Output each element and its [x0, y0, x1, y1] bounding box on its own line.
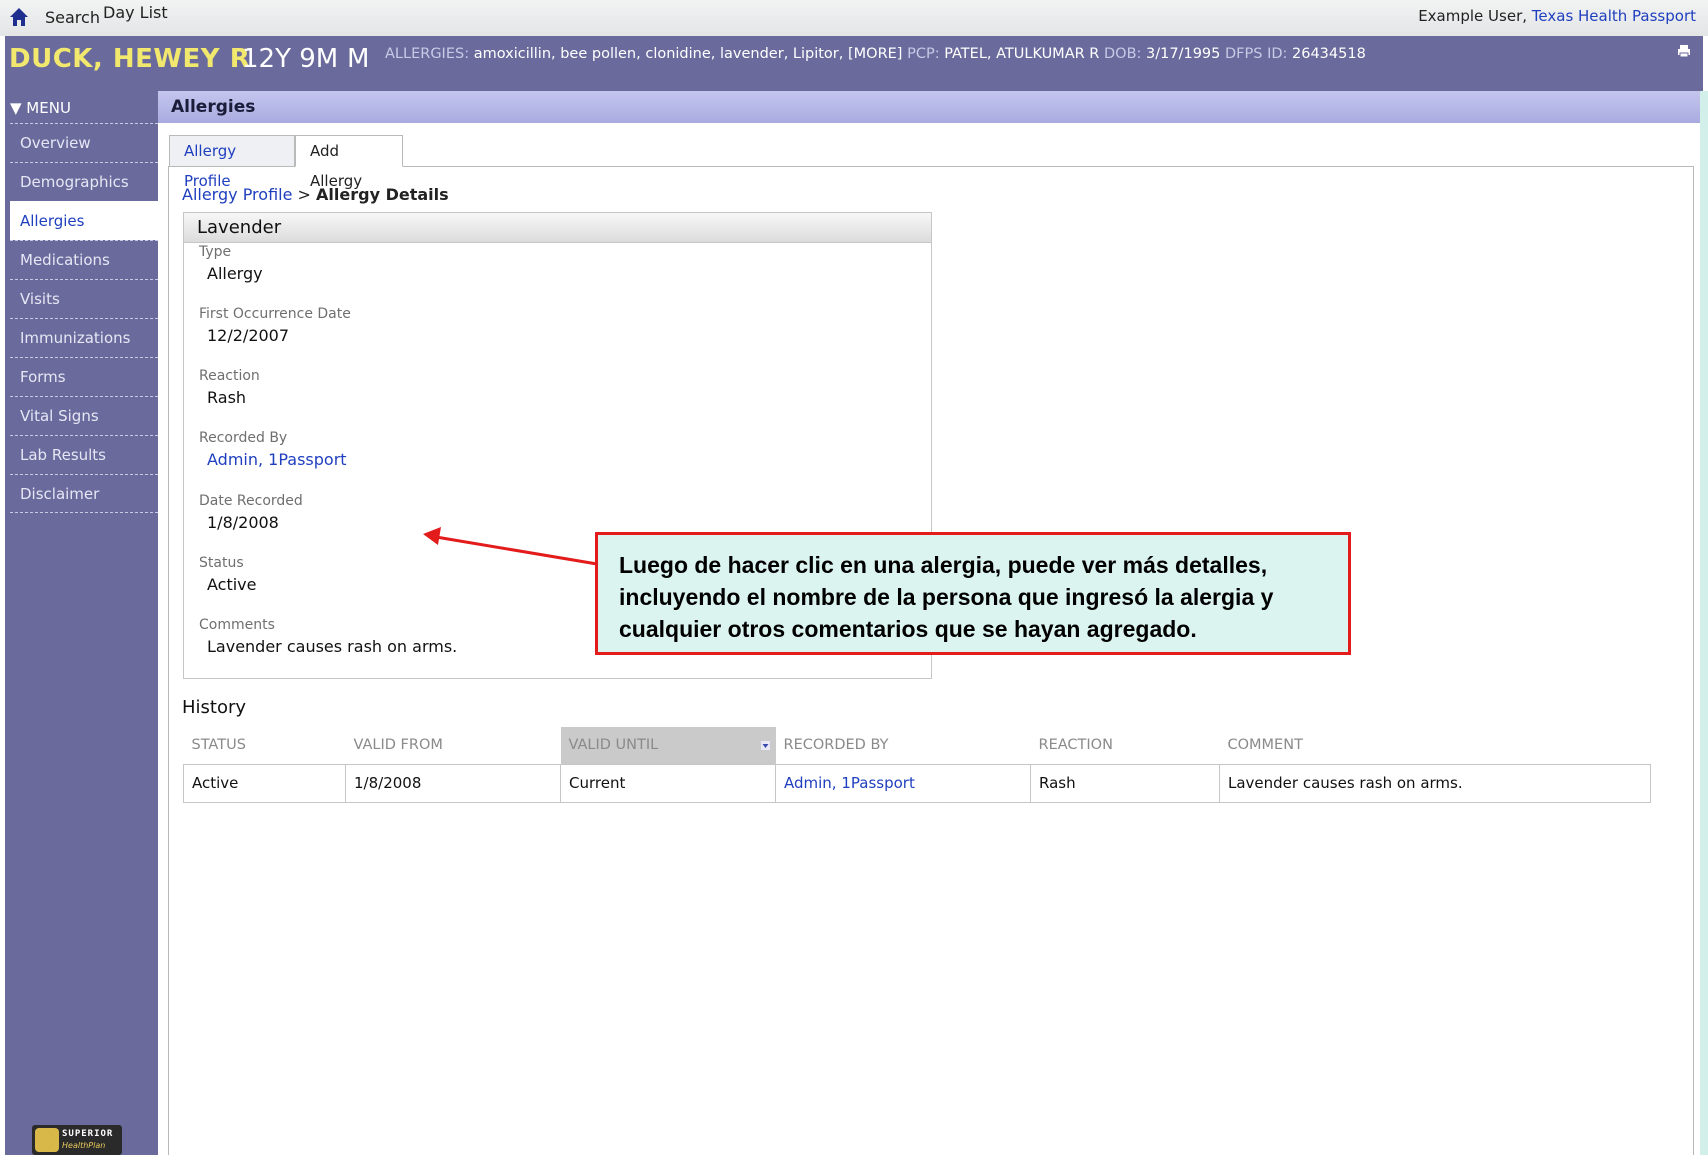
tab-add-allergy[interactable]: Add Allergy: [295, 135, 403, 190]
section-header: Allergies: [158, 91, 1700, 123]
allergies-value[interactable]: amoxicillin, bee pollen, clonidine, lave…: [474, 46, 903, 62]
breadcrumb-allergy-profile[interactable]: Allergy Profile: [182, 185, 292, 204]
first-occurrence-label: First Occurrence Date: [199, 306, 351, 322]
logo-subtext: HealthPlan: [62, 1141, 106, 1150]
sidebar-item-overview[interactable]: Overview: [10, 123, 158, 162]
sidebar-item-immunizations[interactable]: Immunizations: [10, 318, 158, 357]
cell-valid-from: 1/8/2008: [345, 763, 561, 803]
col-valid-from[interactable]: VALID FROM: [346, 727, 561, 764]
breadcrumb-separator: >: [297, 185, 311, 204]
first-occurrence-value: 12/2/2007: [207, 326, 290, 345]
home-icon[interactable]: [8, 6, 30, 28]
callout-text: Luego de hacer clic en una alergia, pued…: [619, 552, 1274, 642]
cell-status: Active: [183, 763, 346, 803]
comments-label: Comments: [199, 617, 275, 633]
patient-sex: M: [347, 44, 370, 74]
sidebar-item-disclaimer[interactable]: Disclaimer: [10, 474, 158, 513]
col-recorded-by[interactable]: RECORDED BY: [776, 727, 1031, 764]
dfps-label: DFPS ID:: [1225, 46, 1288, 62]
user-info: Example User, Texas Health Passport: [1418, 7, 1696, 25]
logo-mark-icon: [35, 1128, 59, 1152]
table-row: Active 1/8/2008 Current Admin, 1Passport…: [183, 763, 1651, 803]
dob-value: 3/17/1995: [1146, 46, 1221, 62]
history-table: STATUS VALID FROM VALID UNTIL RECORDED B…: [183, 727, 1651, 803]
type-value: Allergy: [207, 264, 263, 283]
sidebar-item-vital-signs[interactable]: Vital Signs: [10, 396, 158, 435]
right-edge: [1700, 91, 1708, 1155]
date-recorded-value: 1/8/2008: [207, 513, 279, 532]
details-header: Lavender: [184, 213, 931, 243]
sidebar-menu: Overview Demographics Allergies Medicati…: [10, 123, 158, 513]
type-label: Type: [199, 244, 232, 260]
recorded-by-label: Recorded By: [199, 430, 288, 446]
col-reaction[interactable]: REACTION: [1031, 727, 1220, 764]
sort-desc-icon: [760, 741, 770, 750]
status-value: Active: [207, 575, 257, 594]
reaction-label: Reaction: [199, 368, 260, 384]
sidebar-item-demographics[interactable]: Demographics: [10, 162, 158, 201]
sidebar-item-lab-results[interactable]: Lab Results: [10, 435, 158, 474]
sidebar: ▼ MENU Overview Demographics Allergies M…: [5, 91, 158, 1155]
allergies-label: ALLERGIES:: [385, 46, 470, 62]
breadcrumb-current: Allergy Details: [316, 185, 449, 204]
cell-valid-until: Current: [560, 763, 776, 803]
menu-toggle[interactable]: ▼ MENU: [10, 99, 71, 117]
search-link[interactable]: Search: [45, 8, 100, 27]
superior-logo: SUPERIOR HealthPlan: [32, 1125, 122, 1155]
dfps-value: 26434518: [1292, 46, 1366, 62]
tab-allergy-profile[interactable]: Allergy Profile: [169, 135, 295, 190]
col-comment[interactable]: COMMENT: [1220, 727, 1651, 764]
reaction-value: Rash: [207, 388, 247, 407]
org-link[interactable]: Texas Health Passport: [1532, 7, 1696, 25]
sidebar-item-medications[interactable]: Medications: [10, 240, 158, 279]
patient-info: ALLERGIES: amoxicillin, bee pollen, clon…: [385, 46, 1366, 62]
sidebar-item-forms[interactable]: Forms: [10, 357, 158, 396]
comments-value: Lavender causes rash on arms.: [207, 637, 458, 656]
cell-recorded-by-link[interactable]: Admin, 1Passport: [775, 763, 1031, 803]
print-icon[interactable]: [1677, 44, 1691, 58]
section-title: Allergies: [171, 97, 256, 117]
pcp-label: PCP:: [907, 46, 940, 62]
logo-text: SUPERIOR: [62, 1129, 114, 1139]
patient-age: 12Y 9M: [242, 44, 339, 74]
col-valid-until[interactable]: VALID UNTIL: [560, 727, 776, 764]
allergy-name: Lavender: [197, 217, 282, 238]
history-title: History: [182, 697, 247, 718]
date-recorded-label: Date Recorded: [199, 493, 303, 509]
day-list-link[interactable]: Day List: [103, 3, 168, 22]
history-header-row: STATUS VALID FROM VALID UNTIL RECORDED B…: [184, 727, 1651, 764]
patient-name: DUCK, HEWEY R: [9, 44, 251, 74]
sidebar-item-visits[interactable]: Visits: [10, 279, 158, 318]
breadcrumb: Allergy Profile > Allergy Details: [182, 185, 449, 204]
pcp-value: PATEL, ATULKUMAR R: [944, 46, 1100, 62]
top-bar: Search Day List Example User, Texas Heal…: [0, 0, 1708, 36]
sidebar-item-allergies[interactable]: Allergies: [10, 201, 158, 240]
user-name: Example User,: [1418, 7, 1528, 25]
callout-box: Luego de hacer clic en una alergia, pued…: [595, 532, 1351, 655]
status-label: Status: [199, 555, 244, 571]
patient-banner: DUCK, HEWEY R 12Y 9M M ALLERGIES: amoxic…: [5, 36, 1703, 91]
cell-comment: Lavender causes rash on arms.: [1219, 763, 1651, 803]
cell-reaction: Rash: [1030, 763, 1220, 803]
col-valid-until-label: VALID UNTIL: [568, 737, 659, 754]
col-status[interactable]: STATUS: [184, 727, 346, 764]
dob-label: DOB:: [1104, 46, 1142, 62]
recorded-by-link[interactable]: Admin, 1Passport: [207, 450, 347, 469]
